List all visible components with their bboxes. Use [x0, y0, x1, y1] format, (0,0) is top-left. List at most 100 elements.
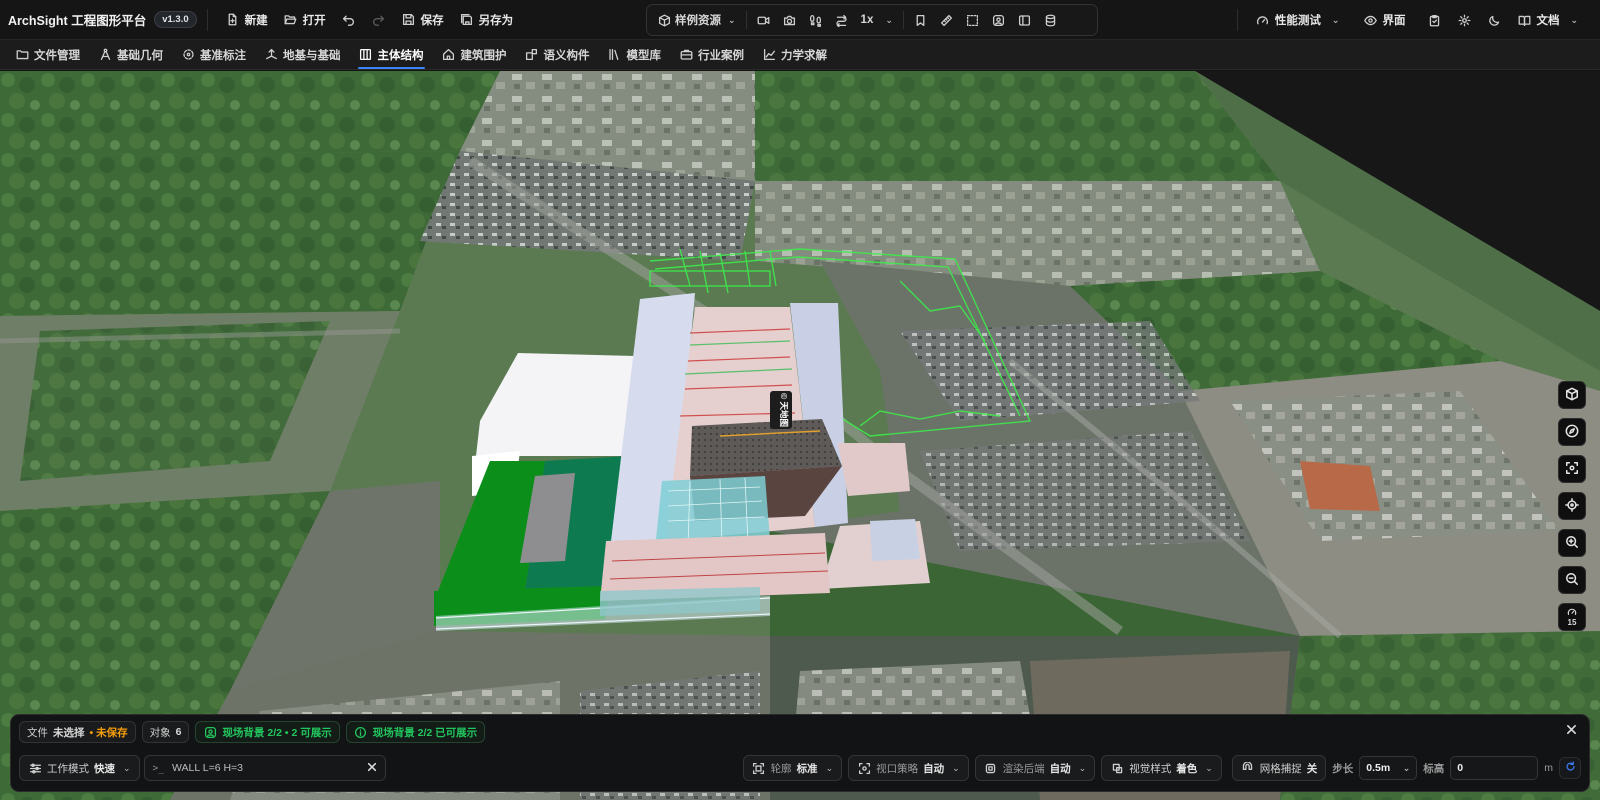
- zoom-in-button[interactable]: [1558, 529, 1586, 557]
- bookmark-button[interactable]: [908, 7, 934, 33]
- file-value: 未选择: [53, 726, 85, 739]
- clear-command-button[interactable]: [367, 762, 377, 775]
- grid-snap-value: 关: [1306, 762, 1318, 775]
- brand: ArchSight 工程图形平台 v1.3.0: [0, 0, 197, 40]
- docs-dropdown[interactable]: 文档 ⌄: [1509, 6, 1586, 34]
- close-icon: [1566, 724, 1577, 738]
- chevron-down-icon: ⌄: [825, 762, 834, 773]
- render-backend-dropdown[interactable]: 渲染后端 自动 ⌄: [974, 755, 1096, 781]
- map-attribution: © 天地图: [770, 391, 792, 429]
- measure-button[interactable]: [934, 7, 960, 33]
- work-mode-dropdown[interactable]: 工作模式 快速 ⌄: [19, 755, 140, 781]
- render-backend-value: 自动: [1049, 762, 1071, 775]
- visual-style-dropdown[interactable]: 视觉样式 着色 ⌄: [1101, 755, 1222, 781]
- tab-model-library[interactable]: 模型库: [599, 40, 671, 70]
- view-cube-button[interactable]: [1558, 381, 1586, 409]
- zoom-out-button[interactable]: [1558, 566, 1586, 594]
- scene-background-text: 现场背景 2/2 • 2 可展示: [222, 726, 332, 739]
- user-badge-icon: [203, 725, 217, 739]
- palette-icon: [1110, 761, 1124, 775]
- step-select[interactable]: 0.5m ⌄: [1359, 756, 1418, 780]
- speed-dropdown[interactable]: 1x ⌄: [855, 7, 899, 33]
- grid-snap-key: 网格捕捉: [1259, 762, 1302, 775]
- performance-test-dropdown[interactable]: 性能测试 ⌄: [1248, 6, 1348, 34]
- compass-button[interactable]: [1558, 418, 1586, 446]
- grid-snap-toggle[interactable]: 网格捕捉 关: [1231, 755, 1327, 781]
- scene-background-ready-chip[interactable]: 现场背景 2/2 已可展示: [345, 721, 486, 743]
- tab-semantic-components[interactable]: 语义构件: [516, 40, 599, 70]
- terminal-prompt-icon: >_: [152, 762, 164, 774]
- chevron-down-icon: ⌄: [123, 762, 131, 773]
- 3d-viewport[interactable]: © 天地图 15: [0, 71, 1600, 800]
- gear-icon: [1457, 13, 1471, 27]
- performance-test-label: 性能测试: [1274, 15, 1321, 27]
- cube-icon: [1565, 387, 1579, 404]
- interface-button[interactable]: 界面: [1355, 6, 1413, 34]
- theme-toggle-button[interactable]: [1479, 6, 1509, 34]
- record-video-button[interactable]: [751, 7, 777, 33]
- satellite-terrain-scene: © 天地图: [0, 71, 1600, 800]
- scene-background-chip[interactable]: 现场背景 2/2 • 2 可展示: [195, 721, 340, 743]
- locate-icon: [1565, 497, 1579, 515]
- undo-button[interactable]: [334, 6, 364, 34]
- database-button[interactable]: [1038, 7, 1064, 33]
- outline-dropdown[interactable]: 轮廓 标准 ⌄: [742, 755, 843, 781]
- viewport-toolbar: 样例资源 ⌄ 1x ⌄: [646, 4, 1098, 36]
- sample-resources-dropdown[interactable]: 样例资源 ⌄: [651, 7, 742, 33]
- top-toolbar: ArchSight 工程图形平台 v1.3.0 新建 打开 保存 另存为 样例资…: [0, 0, 1600, 40]
- tab-file-management[interactable]: 文件管理: [6, 40, 89, 70]
- outline-value: 标准: [796, 762, 818, 775]
- tab-datum-annotation[interactable]: 基准标注: [172, 40, 255, 70]
- tab-main-structure[interactable]: 主体结构: [350, 40, 433, 70]
- focus-button[interactable]: [1558, 455, 1586, 483]
- folder-icon: [15, 48, 29, 62]
- tab-basic-geometry[interactable]: 基础几何: [89, 40, 172, 70]
- elevation-unit: m: [1544, 762, 1553, 774]
- save-as-button[interactable]: 另存为: [452, 6, 522, 34]
- close-panel-button[interactable]: [1563, 723, 1579, 739]
- elevation-input[interactable]: 0: [1450, 756, 1539, 780]
- render-backend-key: 渲染后端: [1002, 762, 1045, 775]
- redo-button[interactable]: [364, 6, 394, 34]
- save-label: 保存: [420, 14, 444, 27]
- open-button[interactable]: 打开: [276, 6, 334, 34]
- visual-style-value: 着色: [1176, 762, 1198, 775]
- elevation-label: 标高: [1423, 762, 1445, 775]
- gauge-icon: [1256, 13, 1270, 27]
- tab-industry-cases[interactable]: 行业案例: [670, 40, 753, 70]
- command-input[interactable]: >_ WALL L=6 H=3: [143, 755, 386, 781]
- route-button[interactable]: [829, 7, 855, 33]
- save-button[interactable]: 保存: [394, 6, 452, 34]
- new-button[interactable]: 新建: [218, 6, 276, 34]
- version-badge: v1.3.0: [154, 11, 197, 28]
- bottom-panel: 文件 未选择 • 未保存 对象 6 现场背景 2/2 • 2 可展示 现场背景 …: [10, 714, 1590, 792]
- chevron-down-icon: ⌄: [1331, 14, 1340, 25]
- tab-mechanics-solver[interactable]: 力学求解: [753, 40, 836, 70]
- eye-icon: [1363, 13, 1377, 27]
- clipboard-button[interactable]: [1419, 6, 1449, 34]
- module-tabs: 文件管理 基础几何 基准标注 地基与基础 主体结构 建筑围护 语义构件 模型库 …: [0, 40, 1600, 70]
- panel-toggle-button[interactable]: [1012, 7, 1038, 33]
- compass-drafting-icon: [98, 48, 112, 62]
- person-button[interactable]: [986, 7, 1012, 33]
- component-icon: [525, 48, 539, 62]
- tab-label: 地基与基础: [283, 49, 341, 62]
- screenshot-button[interactable]: [777, 7, 803, 33]
- cube-icon: [657, 13, 671, 27]
- walk-mode-button[interactable]: [803, 7, 829, 33]
- chevron-down-icon: ⌄: [1402, 762, 1411, 773]
- tab-building-envelope[interactable]: 建筑围护: [433, 40, 516, 70]
- user-badge-icon: [992, 13, 1006, 27]
- tab-foundation[interactable]: 地基与基础: [255, 40, 350, 70]
- tab-label: 基准标注: [200, 49, 246, 62]
- reset-elevation-button[interactable]: [1559, 757, 1581, 779]
- box-select-button[interactable]: [960, 7, 986, 33]
- viewport-policy-dropdown[interactable]: 视口策略 自动 ⌄: [848, 755, 969, 781]
- briefcase-icon: [679, 48, 693, 62]
- divider: [206, 8, 208, 31]
- settings-button[interactable]: [1449, 6, 1479, 34]
- outline-key: 轮廓: [770, 762, 792, 775]
- locate-button[interactable]: [1558, 492, 1586, 520]
- database-icon: [1044, 13, 1058, 27]
- scan-focus-icon: [1565, 461, 1579, 478]
